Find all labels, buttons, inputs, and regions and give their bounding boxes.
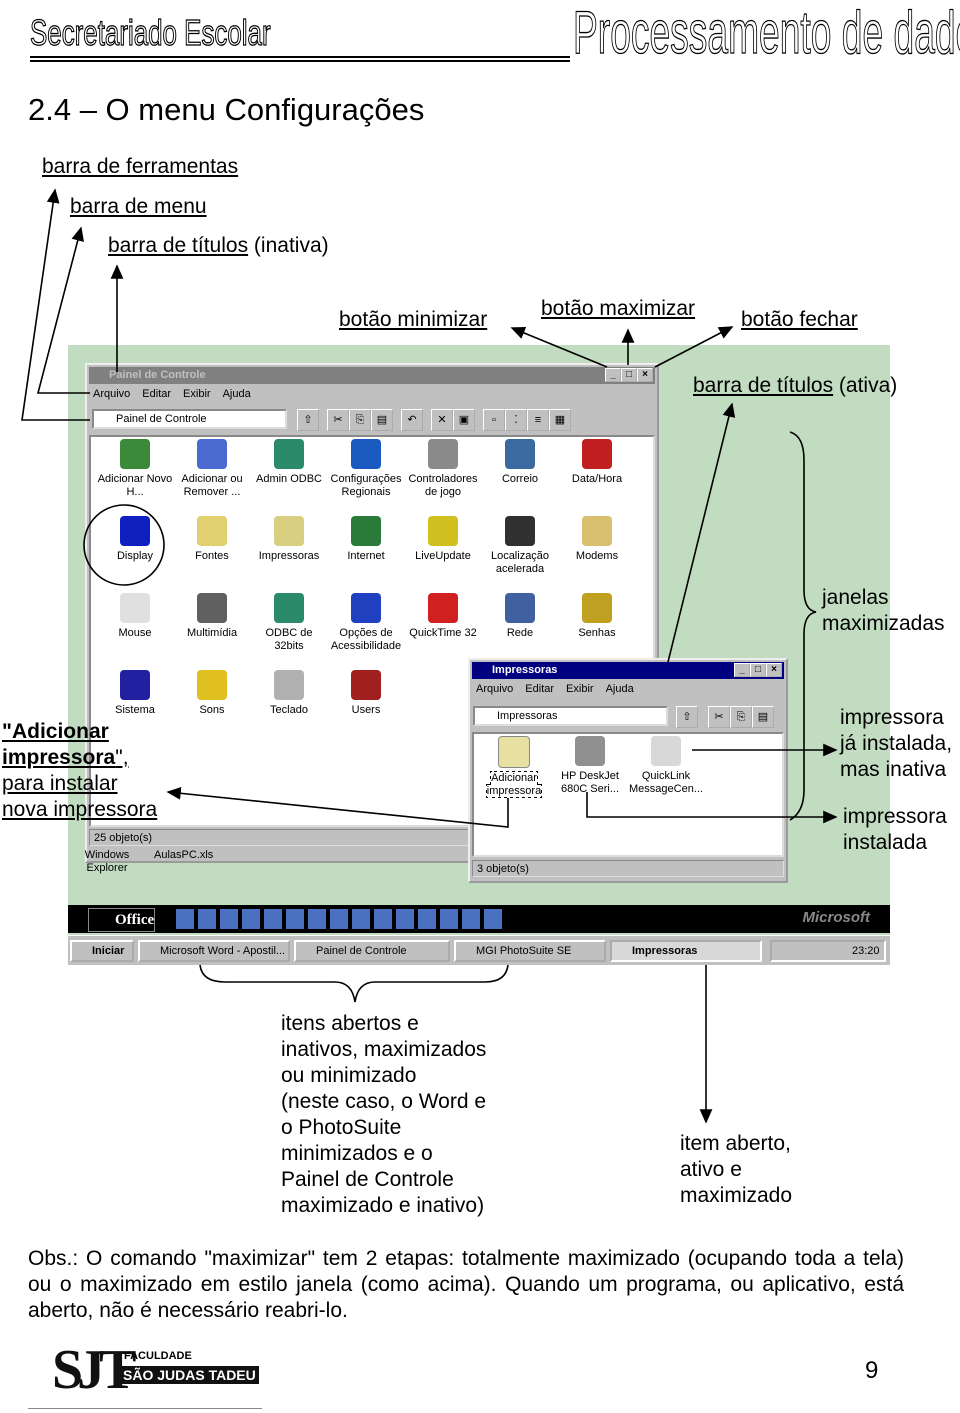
arrow-toolbar (21, 188, 90, 421)
arrow-close (654, 326, 734, 368)
page: Secretariado Escolar Processamento de da… (0, 0, 960, 1413)
brace-maximized-windows (789, 431, 817, 821)
brace-taskbar-items (199, 964, 509, 1003)
arrow-title-active (667, 402, 736, 663)
arrow-add-printer (166, 786, 509, 828)
display-highlight-circle (83, 504, 165, 586)
arrow-minimize (510, 326, 608, 368)
annotation-arrows (21, 188, 838, 1124)
